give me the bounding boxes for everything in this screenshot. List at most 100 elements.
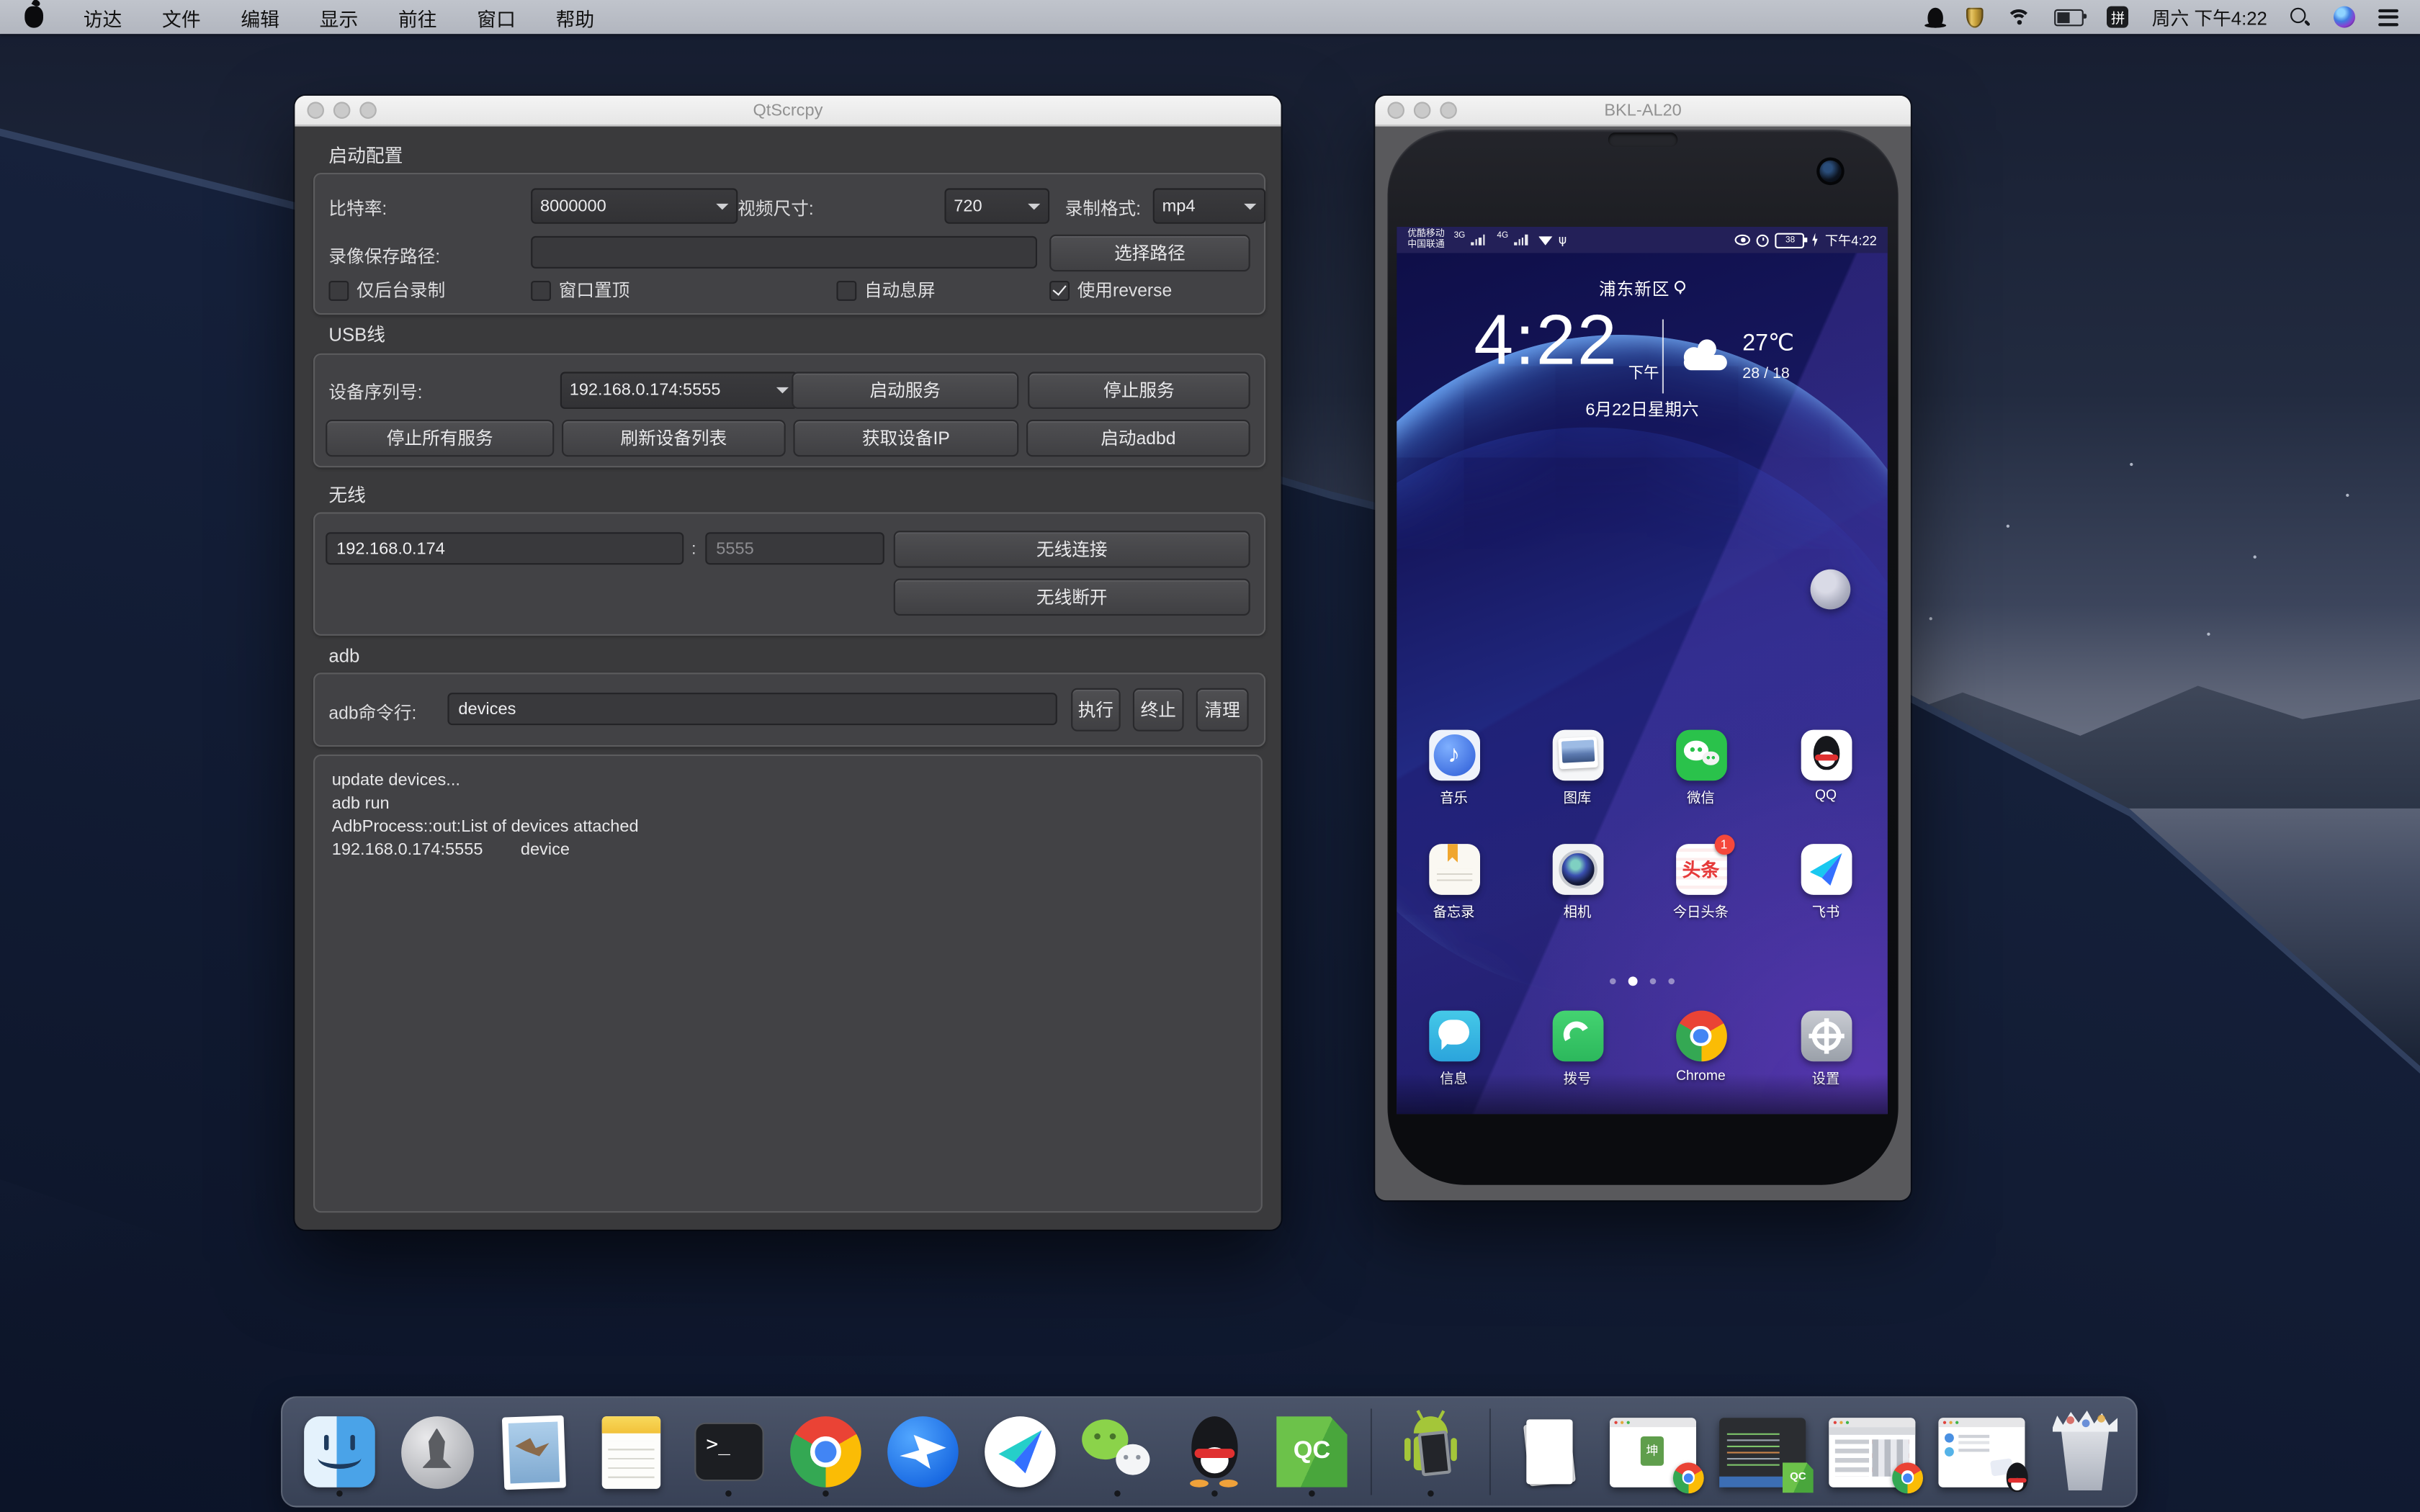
qq-tray-icon[interactable] — [1928, 7, 1943, 27]
menu-go[interactable]: 前往 — [398, 2, 437, 32]
chrome-badge-icon — [1892, 1462, 1923, 1493]
dock-mail[interactable] — [496, 1407, 573, 1496]
menu-bar-clock[interactable]: 周六 下午4:22 — [2152, 4, 2267, 30]
dock-wechat[interactable] — [1079, 1407, 1156, 1496]
app-qq[interactable]: QQ — [1775, 730, 1876, 803]
high-low-temperature: 28 / 18 — [1742, 366, 1790, 383]
checkbox-box[interactable] — [328, 280, 349, 300]
app-gallery[interactable]: 图库 — [1526, 730, 1628, 807]
menu-file[interactable]: 文件 — [162, 2, 201, 32]
thunder-bird-icon — [887, 1416, 959, 1488]
wireless-connect-button[interactable]: 无线连接 — [894, 531, 1250, 567]
dock-minimized-qq-chat-window[interactable] — [1937, 1407, 2026, 1496]
checkbox-always-on-top[interactable]: 窗口置顶 — [531, 278, 629, 302]
phone-titlebar[interactable]: BKL-AL20 — [1375, 96, 1911, 127]
floating-touch-ball[interactable] — [1811, 570, 1851, 610]
siri-icon[interactable] — [2334, 6, 2355, 28]
adb-kill-button[interactable]: 终止 — [1133, 688, 1184, 732]
eye-comfort-icon — [1736, 235, 1751, 246]
start-service-button[interactable]: 启动服务 — [792, 372, 1018, 408]
phone-screen[interactable]: 优酷移动 中国联通 3G 4G ψ 38 下午4:22 浦东新区 — [1397, 227, 1887, 1114]
refresh-devices-button[interactable]: 刷新设备列表 — [562, 420, 786, 456]
dock-separator — [1371, 1408, 1372, 1495]
choose-path-button[interactable]: 选择路径 — [1049, 235, 1250, 271]
checkbox-box[interactable] — [1049, 280, 1070, 300]
dock-launchpad[interactable] — [398, 1407, 475, 1496]
record-format-combobox[interactable]: mp4 — [1153, 188, 1265, 223]
dock-feishu[interactable] — [982, 1407, 1059, 1496]
app-feishu[interactable]: 飞书 — [1775, 844, 1876, 921]
app-camera[interactable]: 相机 — [1526, 844, 1628, 921]
adb-run-button[interactable]: 执行 — [1071, 688, 1121, 732]
dock-chrome[interactable] — [787, 1407, 864, 1496]
menu-window[interactable]: 窗口 — [477, 2, 516, 32]
menu-help[interactable]: 帮助 — [556, 2, 595, 32]
notification-center-icon[interactable] — [2378, 9, 2398, 26]
trash-full-icon — [2054, 1413, 2116, 1490]
location-pin-icon — [1675, 281, 1685, 294]
battery-icon[interactable] — [2055, 9, 2084, 26]
adb-clear-button[interactable]: 清理 — [1196, 688, 1249, 732]
menu-edit[interactable]: 编辑 — [241, 2, 279, 32]
app-chrome[interactable]: Chrome — [1650, 1011, 1752, 1084]
bitrate-label: 比特率: — [328, 196, 387, 220]
start-adbd-button[interactable]: 启动adbd — [1026, 420, 1250, 456]
save-path-input[interactable] — [531, 236, 1037, 269]
widget-date: 6月22日星期六 — [1397, 397, 1887, 421]
shield-tray-icon[interactable] — [1967, 7, 1984, 27]
qtcreator-badge-icon: QC — [1783, 1462, 1814, 1493]
wifi-icon[interactable] — [2007, 9, 2031, 26]
wireless-port-input[interactable] — [705, 532, 884, 564]
wireless-disconnect-button[interactable]: 无线断开 — [894, 579, 1250, 616]
dock-qtcreator[interactable]: QC — [1273, 1407, 1350, 1496]
checkbox-box[interactable] — [531, 280, 551, 300]
dock-thunder[interactable] — [884, 1407, 962, 1496]
dock-minimized-browser-window[interactable] — [1827, 1407, 1917, 1496]
input-method-icon[interactable]: 拼 — [2107, 6, 2129, 28]
wireless-ip-input[interactable] — [326, 532, 684, 564]
dock-finder[interactable] — [301, 1407, 378, 1496]
qtscrcpy-titlebar[interactable]: QtScrcpy — [295, 96, 1281, 127]
menu-view[interactable]: 显示 — [320, 2, 359, 32]
dock-documents-stack[interactable] — [1511, 1407, 1588, 1496]
menu-finder[interactable]: 访达 — [84, 2, 122, 32]
network-type: 3G — [1454, 230, 1466, 240]
running-indicator — [1114, 1490, 1121, 1497]
adb-command-input[interactable] — [447, 693, 1057, 725]
search-icon[interactable] — [2290, 7, 2311, 27]
stop-service-button[interactable]: 停止服务 — [1028, 372, 1250, 408]
dock-minimized-chrome-window[interactable]: 坤 — [1608, 1407, 1698, 1496]
apple-menu-icon[interactable] — [24, 6, 43, 28]
app-toutiao[interactable]: 头条 1 今日头条 — [1650, 844, 1752, 921]
chrome-badge-icon — [1673, 1462, 1704, 1493]
phone-mirror-window: BKL-AL20 优酷移动 中国联通 3G 4G ψ — [1375, 96, 1911, 1200]
app-wechat[interactable]: 微信 — [1650, 730, 1752, 807]
get-device-ip-button[interactable]: 获取设备IP — [793, 420, 1018, 456]
video-size-combobox[interactable]: 720 — [944, 188, 1049, 223]
serial-combobox[interactable]: 192.168.0.174:5555 — [560, 372, 798, 408]
save-path-label: 录像保存路径: — [328, 244, 440, 269]
network-type: 4G — [1497, 230, 1508, 240]
app-notes[interactable]: 备忘录 — [1403, 844, 1505, 921]
carrier-name: 中国联通 — [1407, 240, 1444, 250]
dock-minimized-qtcreator-window[interactable]: QC — [1718, 1407, 1807, 1496]
dock-notes[interactable] — [593, 1407, 670, 1496]
minimized-window-thumbnail: 坤 — [1610, 1417, 1696, 1486]
stop-all-services-button[interactable]: 停止所有服务 — [326, 420, 554, 456]
checkbox-box[interactable] — [836, 280, 856, 300]
dock-trash[interactable] — [2046, 1407, 2123, 1496]
checkbox-use-reverse[interactable]: 使用reverse — [1049, 278, 1172, 302]
status-time: 下午4:22 — [1825, 230, 1877, 249]
bitrate-combobox[interactable]: 8000000 — [531, 188, 738, 223]
qq-penguin-icon — [1188, 1416, 1241, 1488]
checkbox-background-record[interactable]: 仅后台录制 — [328, 278, 445, 302]
dock-scrcpy[interactable] — [1392, 1407, 1469, 1496]
checkbox-auto-screen-off[interactable]: 自动息屏 — [836, 278, 935, 302]
app-music[interactable]: ♪ 音乐 — [1403, 730, 1505, 807]
dock-terminal[interactable]: >_ — [690, 1407, 767, 1496]
dock-separator — [1489, 1408, 1491, 1495]
battery-icon: 38 — [1775, 233, 1805, 248]
dock-qq[interactable] — [1176, 1407, 1253, 1496]
signal-bars-icon — [1515, 235, 1528, 245]
android-robot-icon — [1395, 1413, 1466, 1490]
